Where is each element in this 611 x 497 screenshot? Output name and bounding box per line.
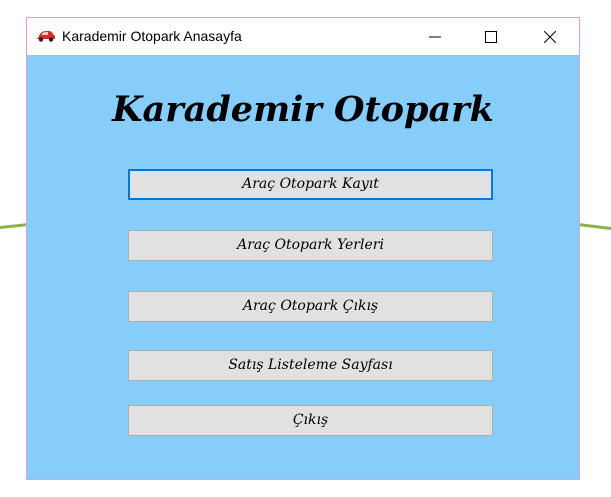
vehicle-registration-button[interactable]: Araç Otopark Kayıt bbox=[128, 169, 493, 200]
close-button[interactable] bbox=[527, 18, 573, 55]
desktop: Karademir Otopark Anasayfa Karademir Oto… bbox=[0, 0, 611, 497]
maximize-icon bbox=[485, 31, 497, 43]
close-icon bbox=[544, 31, 556, 43]
vehicle-exit-button[interactable]: Araç Otopark Çıkış bbox=[128, 291, 493, 322]
exit-button[interactable]: Çıkış bbox=[128, 405, 493, 436]
minimize-button[interactable] bbox=[412, 18, 458, 55]
form-content: Karademir Otopark Araç Otopark Kayıt Ara… bbox=[27, 55, 579, 479]
background-line bbox=[579, 223, 611, 230]
sales-list-button[interactable]: Satış Listeleme Sayfası bbox=[128, 350, 493, 381]
car-icon bbox=[36, 29, 56, 43]
main-window: Karademir Otopark Anasayfa Karademir Oto… bbox=[26, 17, 580, 480]
title-bar[interactable]: Karademir Otopark Anasayfa bbox=[27, 18, 579, 55]
page-title: Karademir Otopark bbox=[112, 89, 494, 130]
maximize-button[interactable] bbox=[468, 18, 514, 55]
minimize-icon bbox=[429, 36, 441, 38]
parking-spots-button[interactable]: Araç Otopark Yerleri bbox=[128, 230, 493, 261]
window-title: Karademir Otopark Anasayfa bbox=[62, 28, 242, 44]
